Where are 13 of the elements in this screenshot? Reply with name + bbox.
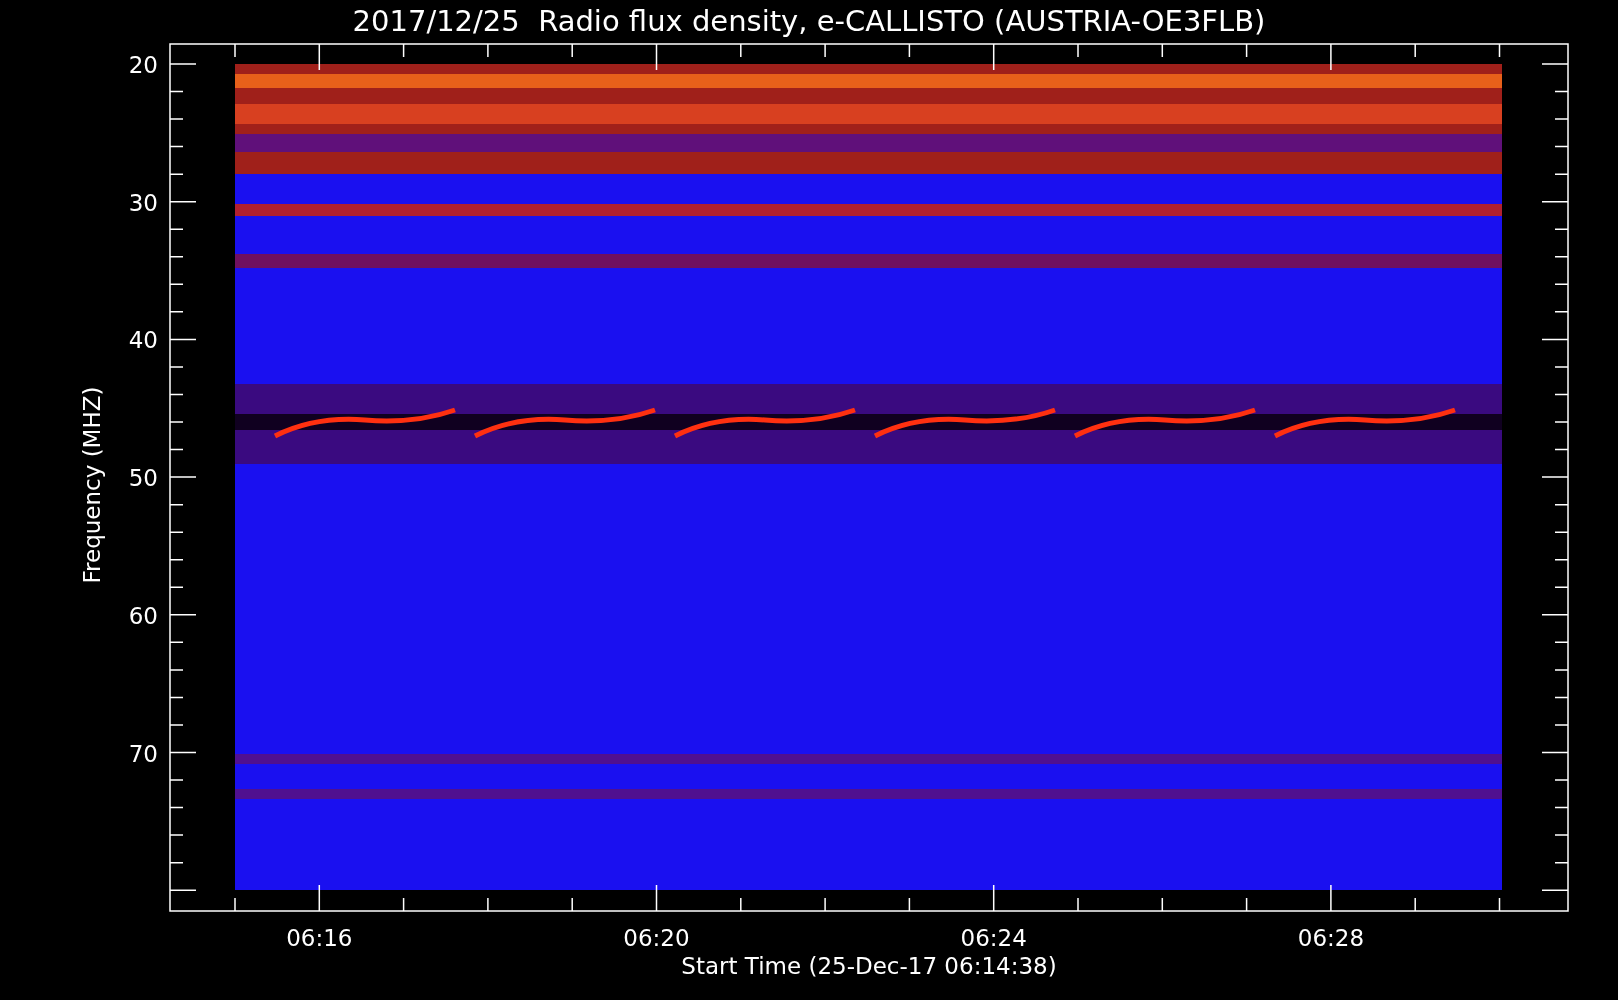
axis-tick-label: 70 (128, 740, 158, 767)
chart-title: 2017/12/25 Radio flux density, e-CALLISTO (AUSTRIA-OE3FLB) (352, 4, 1266, 38)
axis-tick-label: 30 (128, 189, 158, 216)
axis-tick-label: 60 (128, 602, 158, 629)
axis-label: Frequency (MHZ) (79, 386, 105, 584)
axis-tick-label: 50 (128, 465, 158, 492)
axis-tick-label: 06:20 (623, 925, 690, 951)
axis-tick-label: 06:16 (286, 925, 353, 951)
axis-tick-label: 06:28 (1297, 925, 1365, 951)
axis-tick-label: 06:24 (960, 925, 1027, 951)
axis-tick-label: 40 (128, 327, 158, 354)
axis-tick-label: 20 (128, 52, 158, 78)
axis-label: Start Time (25-Dec-17 06:14:38) (681, 953, 1057, 979)
